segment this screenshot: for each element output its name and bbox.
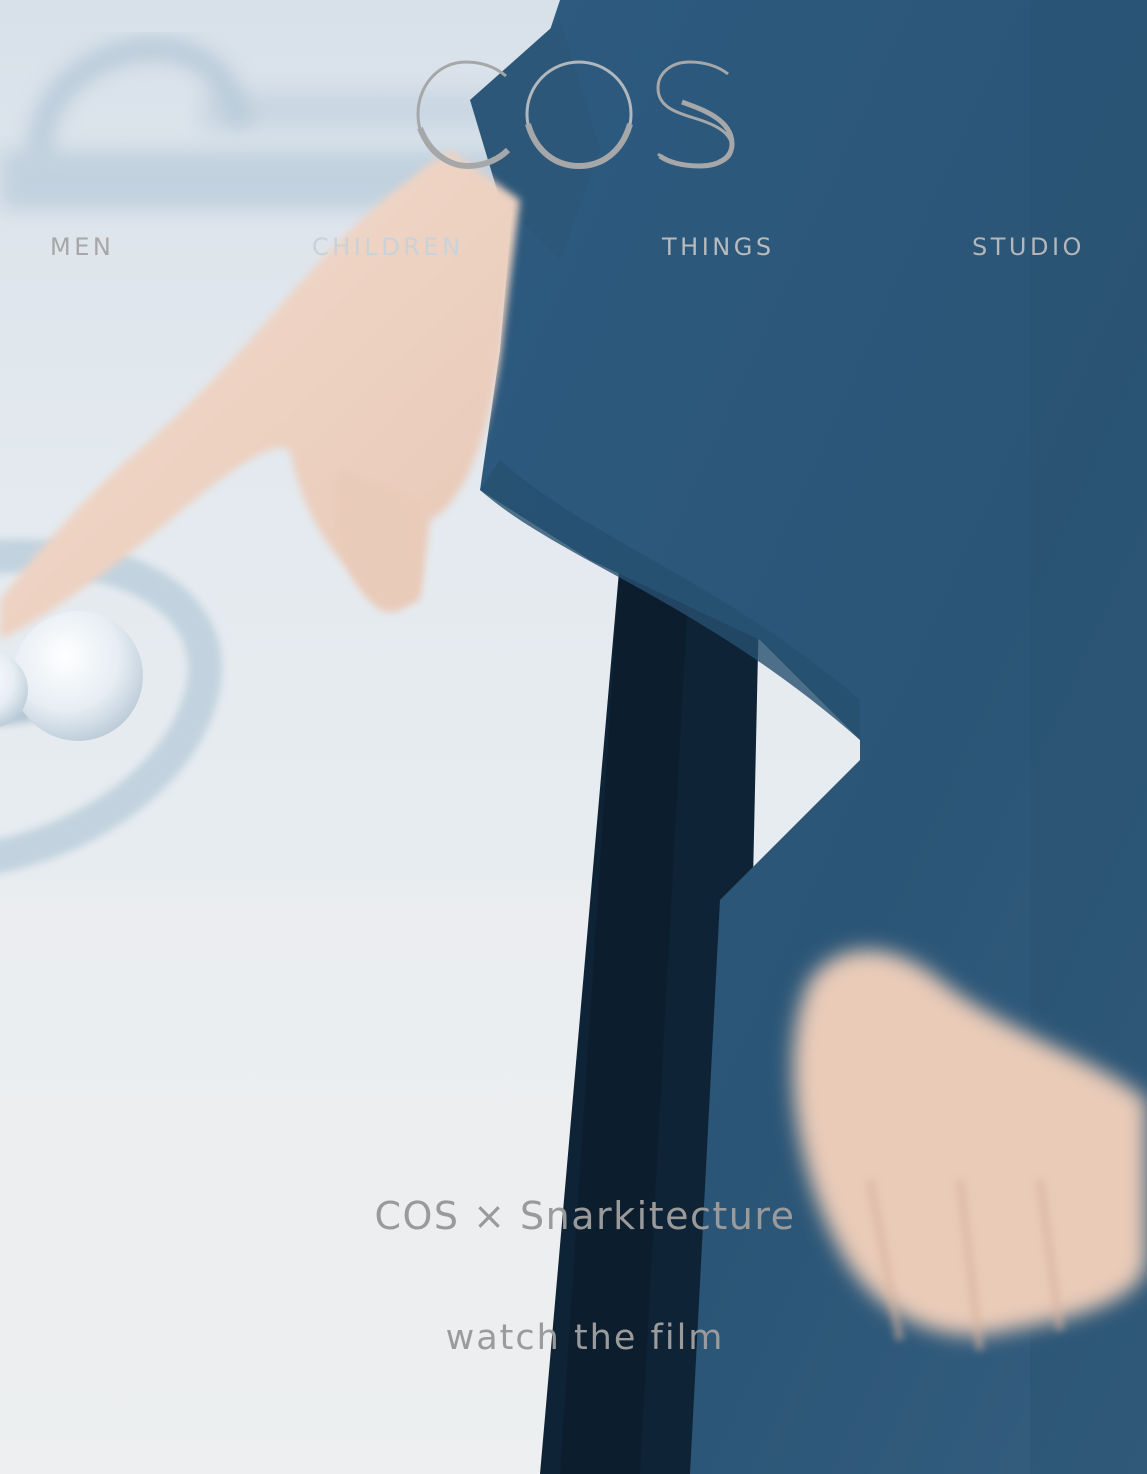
cos-logo-graphic [416, 60, 735, 170]
nav-item-studio[interactable]: STUDIO [972, 233, 1085, 261]
nav-item-children[interactable]: CHILDREN [312, 233, 464, 261]
nav-item-men[interactable]: MEN [50, 233, 114, 261]
campaign-title: COS × Snarkitecture [374, 1194, 796, 1238]
watch-film-link[interactable]: watch the film [0, 1318, 1147, 1358]
hero-image [0, 0, 1147, 1474]
cos-logo[interactable] [414, 58, 736, 170]
hero-photo-illustration [0, 0, 1147, 1474]
nav-item-things[interactable]: THINGS [662, 233, 775, 261]
